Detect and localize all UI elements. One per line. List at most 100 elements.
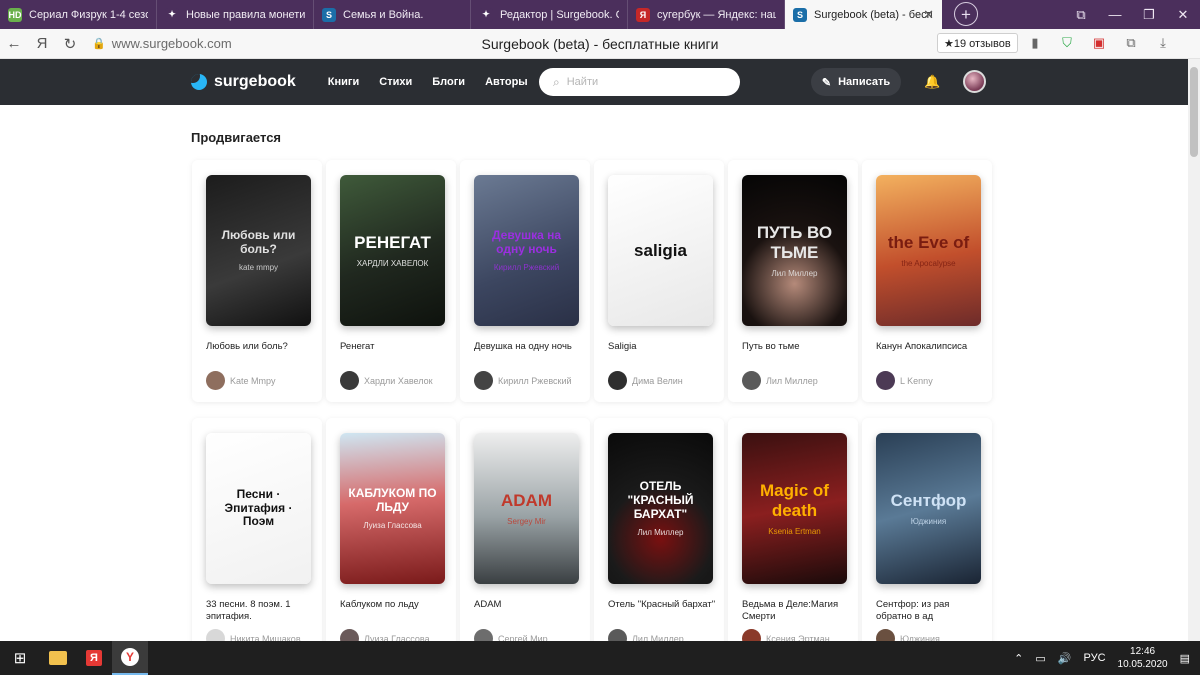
pdf-icon[interactable]: ▣ — [1090, 34, 1108, 52]
volume-icon[interactable]: 🔊 — [1058, 652, 1072, 665]
book-author[interactable]: Дима Велин — [608, 371, 683, 390]
close-window-icon[interactable]: ✕ — [1166, 7, 1200, 23]
new-tab-button[interactable]: + — [954, 2, 978, 26]
file-explorer-icon[interactable] — [40, 641, 76, 675]
browser-tab[interactable]: Ясугербук — Яндекс: нашл — [628, 0, 785, 29]
tab-title: Новые правила монетиза — [186, 8, 305, 21]
search-box[interactable]: ⌕ — [539, 68, 740, 96]
author-avatar — [206, 371, 225, 390]
author-avatar — [474, 371, 493, 390]
restore-icon[interactable]: ❐ — [1132, 7, 1166, 23]
cover-title-text: Песни · Эпитафия · Поэм — [224, 486, 293, 529]
book-card[interactable]: ADAM Sergey Mir ADAM Сергей Мир — [460, 418, 590, 660]
book-card[interactable]: Сентфор Юджиния Сентфор: из рая обратно в … — [862, 418, 992, 660]
book-title[interactable]: Ренегат — [340, 341, 450, 353]
minimize-icon[interactable]: — — [1098, 7, 1132, 22]
notifications-icon[interactable]: ▤ — [1180, 652, 1190, 665]
chevron-up-icon[interactable]: ⌃ — [1014, 652, 1023, 665]
reviews-badge[interactable]: ★19 отзывов — [937, 33, 1018, 53]
write-button[interactable]: ✎ Написать — [811, 68, 901, 96]
menu-item[interactable]: Стихи — [379, 76, 412, 88]
windows-start-icon[interactable]: ⊞ — [0, 641, 40, 675]
yandex-browser-icon[interactable]: Y — [112, 641, 148, 675]
browser-tab[interactable]: HD Сериал Физрук 1-4 сезон — [0, 0, 157, 29]
book-cover[interactable]: Сентфор Юджиния — [876, 433, 981, 584]
bell-icon[interactable]: 🔔 — [924, 74, 940, 89]
book-cover[interactable]: saligia — [608, 175, 713, 326]
cover-subtitle-text: Кирилл Ржевский — [493, 262, 560, 272]
tab-title: сугербук — Яндекс: нашл — [657, 8, 776, 21]
bookmark-icon[interactable]: ▮ — [1026, 34, 1044, 52]
book-author[interactable]: Хардли Хавелок — [340, 371, 433, 390]
book-author[interactable]: Лил Миллер — [742, 371, 818, 390]
downloads-icon[interactable]: ⤓ — [1154, 34, 1172, 52]
book-cover[interactable]: the Eve of the Apocalypse — [876, 175, 981, 326]
book-card[interactable]: saligia Saligia Дима Велин — [594, 160, 724, 402]
book-author[interactable]: Кирилл Ржевский — [474, 371, 572, 390]
clock[interactable]: 12:46 10.05.2020 — [1118, 645, 1168, 671]
book-cover[interactable]: ОТЕЛЬ "КРАСНЫЙ БАРХАТ" Лил Миллер — [608, 433, 713, 584]
shield-icon[interactable]: ⛉ — [1058, 34, 1076, 52]
page-scrollbar[interactable] — [1188, 59, 1200, 641]
book-card[interactable]: the Eve of the Apocalypse Канун Апокалипси… — [862, 160, 992, 402]
book-cover[interactable]: ПУТЬ ВО ТЬМЕ Лил Миллер — [742, 175, 847, 326]
reload-icon[interactable]: ↻ — [56, 35, 84, 53]
book-card[interactable]: Magic of death Ksenia Ertman Ведьма в Деле… — [728, 418, 858, 660]
book-card[interactable]: Песни · Эпитафия · Поэм 33 песни. 8 поэм.… — [192, 418, 322, 660]
author-avatar — [742, 371, 761, 390]
yandex-home-icon[interactable]: Я — [28, 35, 56, 52]
book-title[interactable]: Ведьма в Деле:Магия Смерти — [742, 599, 852, 624]
book-title[interactable]: ADAM — [474, 599, 584, 611]
book-cover[interactable]: КАБЛУКОМ ПО ЛЬДУ Луиза Глассова — [340, 433, 445, 584]
yandex-app-icon[interactable]: Я — [76, 641, 112, 675]
logo-text: surgebook — [214, 73, 296, 90]
address-bar: ← Я ↻ 🔒 www.surgebook.com Surgebook (bet… — [0, 29, 1200, 59]
book-title[interactable]: Любовь или боль? — [206, 341, 316, 353]
book-cover[interactable]: Песни · Эпитафия · Поэм — [206, 433, 311, 584]
browser-tab[interactable]: S Surgebook (beta) - бесп ✕ — [785, 0, 942, 29]
book-author[interactable]: Kate Mmpy — [206, 371, 276, 390]
extension-icon[interactable]: ⧉ — [1122, 34, 1140, 52]
tab-favicon-icon: ✦ — [165, 7, 179, 22]
menu-item[interactable]: Книги — [328, 76, 359, 88]
book-title[interactable]: Канун Апокалипсиса — [876, 341, 986, 353]
book-card[interactable]: ОТЕЛЬ "КРАСНЫЙ БАРХАТ" Лил Миллер Отель "К… — [594, 418, 724, 660]
book-title[interactable]: 33 песни. 8 поэм. 1 эпитафия. — [206, 599, 316, 624]
book-card[interactable]: КАБЛУКОМ ПО ЛЬДУ Луиза Глассова Каблуком п… — [326, 418, 456, 660]
book-cover[interactable]: ADAM Sergey Mir — [474, 433, 579, 584]
menu-item[interactable]: Авторы — [485, 76, 528, 88]
browser-tab[interactable]: ✦ Новые правила монетиза — [157, 0, 314, 29]
book-cover[interactable]: Девушка на одну ночь Кирилл Ржевский — [474, 175, 579, 326]
browser-tab[interactable]: ✦ Редактор | Surgebook. Co — [471, 0, 628, 29]
close-tab-icon[interactable]: ✕ — [923, 7, 934, 23]
book-title[interactable]: Сентфор: из рая обратно в ад — [876, 599, 986, 624]
url-field[interactable]: 🔒 www.surgebook.com — [92, 36, 232, 51]
browser-tab[interactable]: S Семья и Война. — [314, 0, 471, 29]
menu-item[interactable]: Блоги — [432, 76, 465, 88]
site-logo[interactable]: surgebook — [191, 73, 296, 91]
tab-list-icon[interactable]: ⧉ — [1064, 7, 1098, 23]
book-title[interactable]: Путь во тьме — [742, 341, 852, 353]
back-arrow-icon[interactable]: ← — [0, 35, 28, 52]
cover-title-text: ADAM — [501, 491, 552, 511]
url-text: www.surgebook.com — [111, 36, 232, 51]
network-icon[interactable]: ▭ — [1035, 652, 1045, 665]
user-avatar[interactable] — [963, 70, 986, 93]
search-input[interactable] — [566, 76, 717, 88]
cover-title-text: Любовь или боль? — [221, 228, 296, 256]
book-title[interactable]: Девушка на одну ночь — [474, 341, 584, 353]
book-card[interactable]: РЕНЕГАТ ХАРДЛИ ХАВЕЛОК Ренегат Хардли Хавел… — [326, 160, 456, 402]
book-author[interactable]: L Kenny — [876, 371, 933, 390]
scrollbar-thumb[interactable] — [1190, 67, 1198, 157]
book-card[interactable]: Любовь или боль? kate mmpy Любовь или боль… — [192, 160, 322, 402]
book-cover[interactable]: РЕНЕГАТ ХАРДЛИ ХАВЕЛОК — [340, 175, 445, 326]
language-indicator[interactable]: РУС — [1084, 652, 1106, 664]
book-card[interactable]: Девушка на одну ночь Кирилл Ржевский Девуш… — [460, 160, 590, 402]
cover-title-text: Сентфор — [890, 491, 967, 511]
book-title[interactable]: Saligia — [608, 341, 718, 353]
book-title[interactable]: Каблуком по льду — [340, 599, 450, 611]
book-cover[interactable]: Magic of death Ksenia Ertman — [742, 433, 847, 584]
book-cover[interactable]: Любовь или боль? kate mmpy — [206, 175, 311, 326]
book-card[interactable]: ПУТЬ ВО ТЬМЕ Лил Миллер Путь во тьме Лил Ми… — [728, 160, 858, 402]
book-title[interactable]: Отель "Красный бархат" — [608, 599, 718, 611]
